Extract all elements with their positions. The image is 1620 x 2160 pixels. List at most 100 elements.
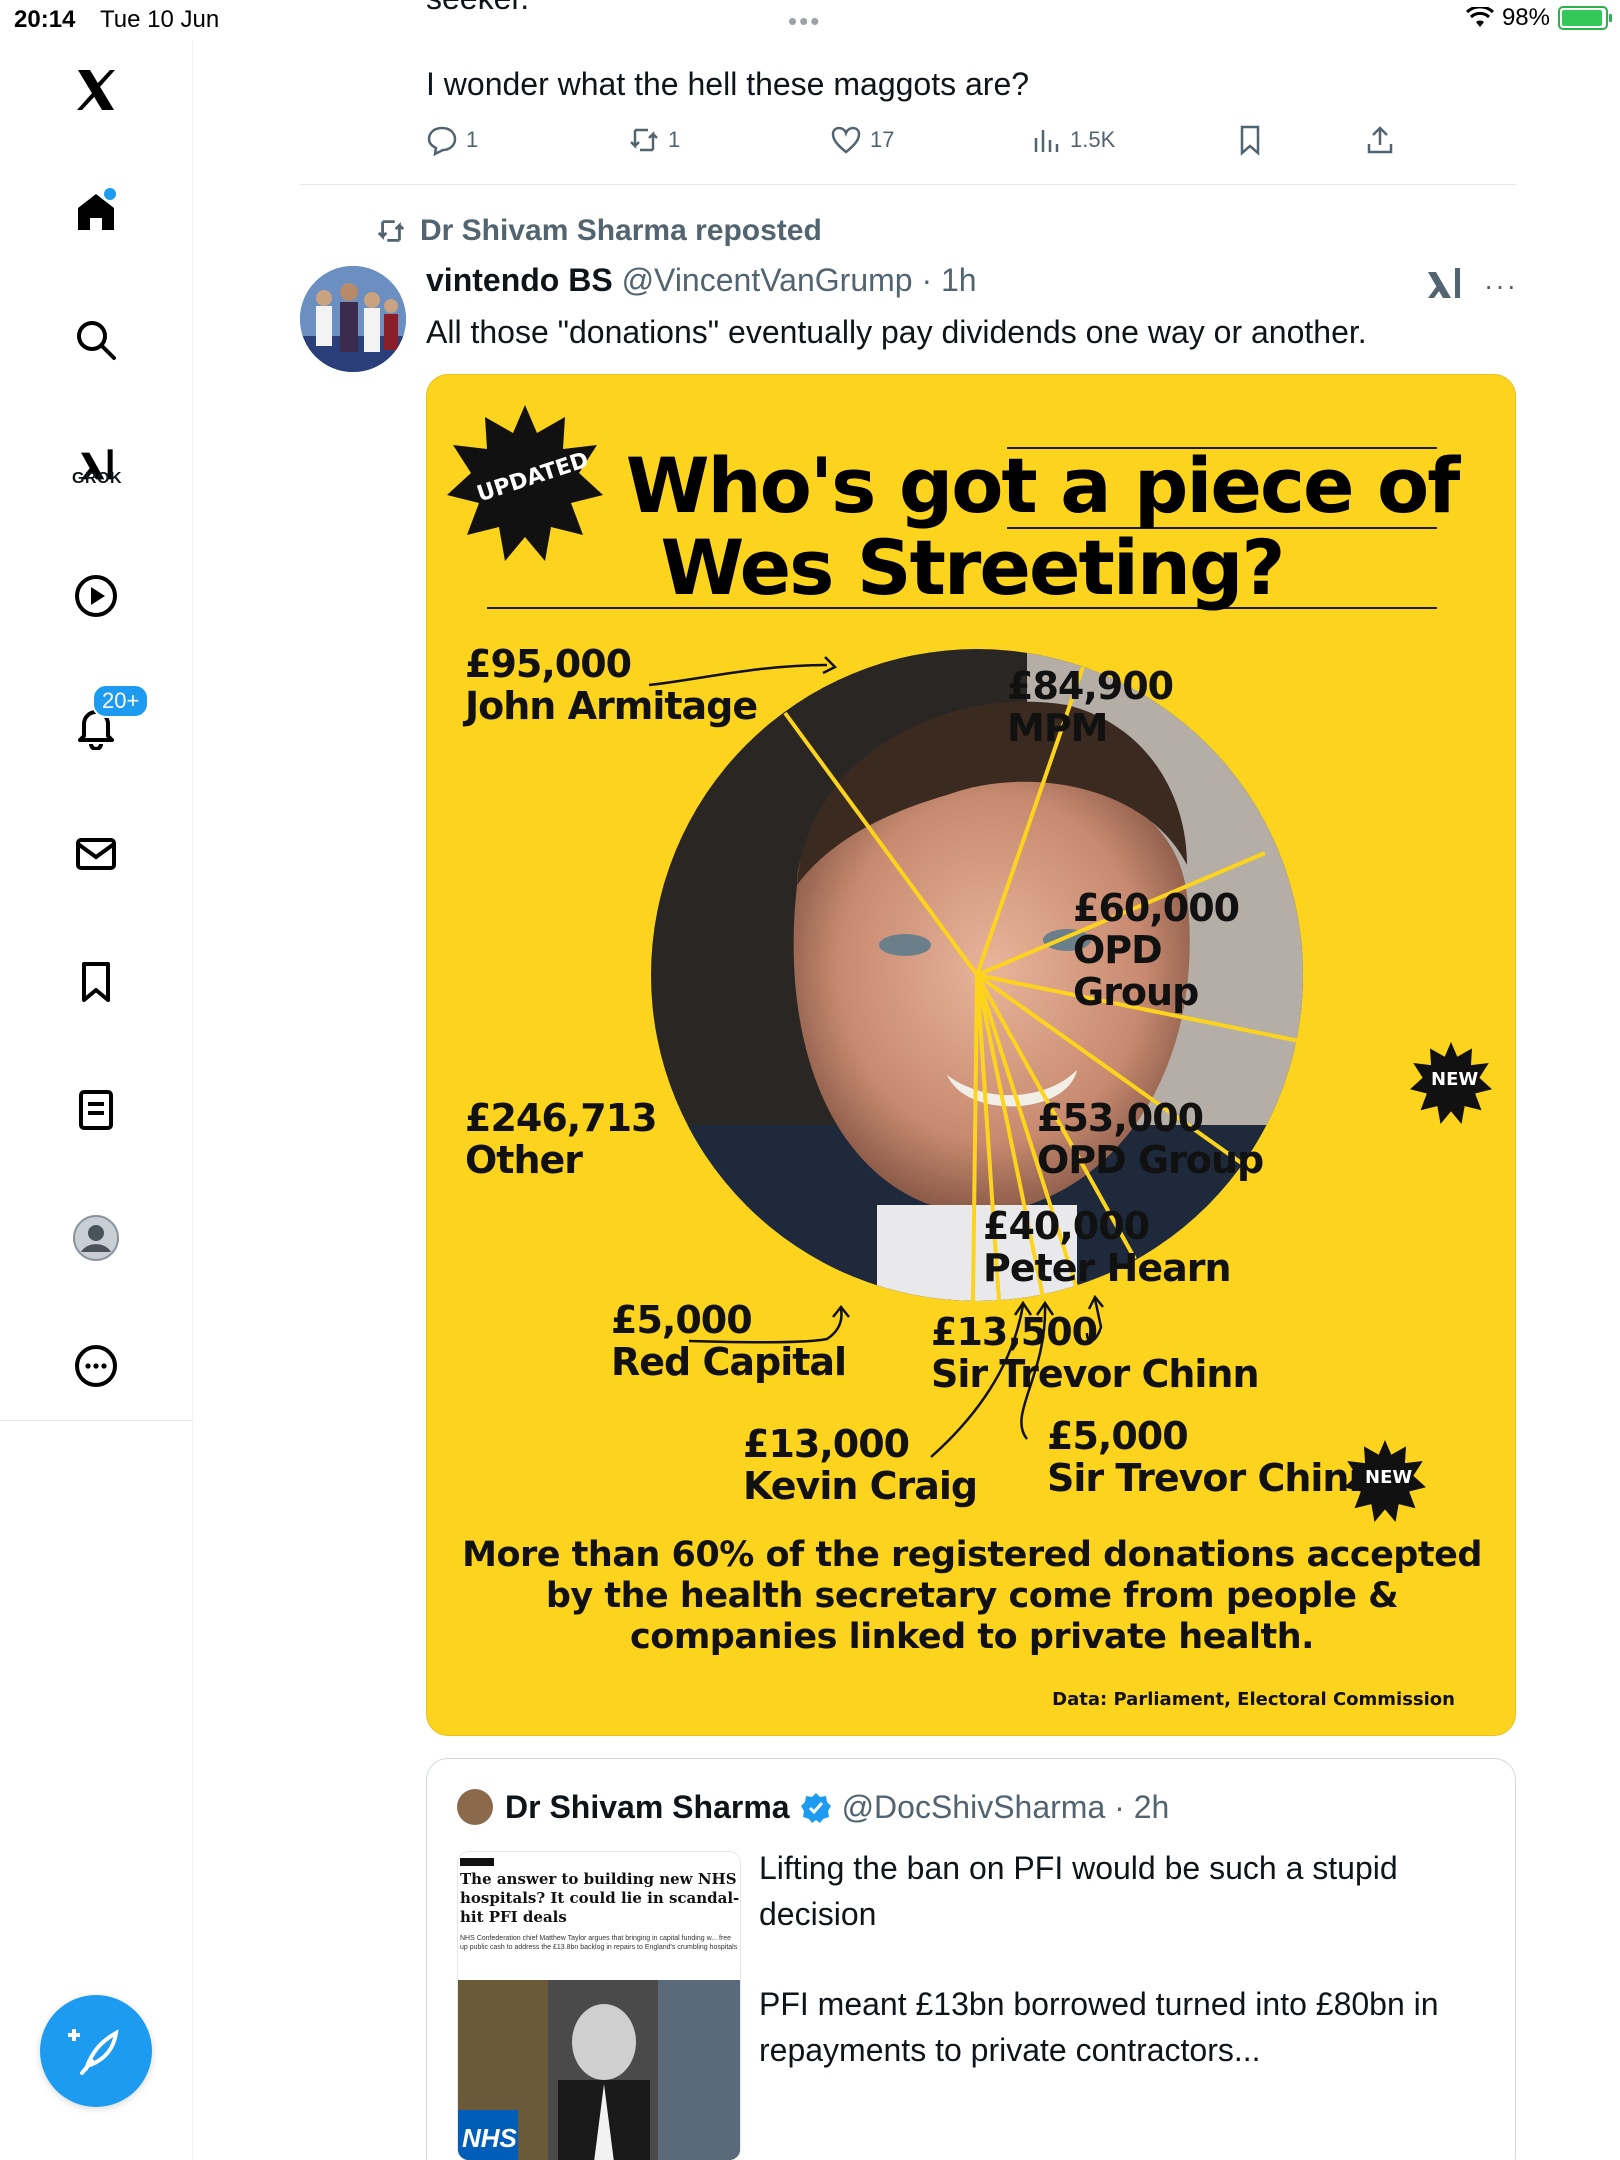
thumb-headline: The answer to building new NHS hospitals…	[460, 1870, 740, 1926]
author-avatar[interactable]	[300, 266, 406, 372]
sidebar-item-home[interactable]	[66, 182, 126, 242]
thumb-photo: NHS	[458, 1980, 740, 2160]
reply-button[interactable]: 1	[426, 124, 478, 156]
label-opd1-name-a: OPD	[1073, 928, 1163, 972]
label-armitage-amount: £95,000	[465, 642, 632, 686]
views-count: 1.5K	[1070, 127, 1116, 152]
share-button[interactable]	[1364, 124, 1396, 156]
label-craig-name: Kevin Craig	[743, 1464, 978, 1508]
prev-tweet-actions: 1 1 17 1.5K	[426, 124, 1406, 164]
prev-tweet-partial: seeker.	[426, 0, 529, 17]
new-badge-text: NEW	[1431, 1069, 1479, 1090]
sidebar-item-search[interactable]	[66, 310, 126, 370]
thumb-subtext: NHS Confederation chief Matthew Taylor a…	[460, 1935, 738, 1951]
bookmark-button[interactable]	[1234, 124, 1266, 156]
repost-button[interactable]: 1	[628, 124, 680, 156]
battery-percent: 98%	[1501, 4, 1550, 31]
repost-icon	[630, 128, 658, 152]
caption-line-1: More than 60% of the registered donation…	[462, 1535, 1482, 1575]
label-armitage-name: John Armitage	[465, 684, 758, 728]
tweet-more-icon[interactable]: ···	[1484, 270, 1518, 302]
battery-icon	[1558, 6, 1612, 30]
sidebar-item-notifications[interactable]: 20+	[66, 684, 150, 756]
home-unread-dot	[104, 188, 116, 200]
label-opd2-amount: £53,000	[1037, 1096, 1204, 1140]
caption-line-2: by the health secretary come from people…	[545, 1576, 1399, 1616]
exclusive-tag	[460, 1858, 494, 1866]
caption-line-3: companies linked to private health.	[630, 1617, 1314, 1657]
multitask-dots-icon[interactable]: •••	[788, 6, 821, 37]
quote-handle-time[interactable]: @DocShivSharma · 2h	[842, 1789, 1170, 1826]
quote-author-name[interactable]: Dr Shivam Sharma	[505, 1789, 790, 1826]
like-button[interactable]: 17	[830, 124, 894, 156]
label-chinn2-amount: £5,000	[1047, 1414, 1189, 1458]
status-date: Tue 10 Jun	[100, 6, 220, 33]
search-icon	[77, 321, 116, 360]
status-bar: 20:14 Tue 10 Jun ••• 98%	[0, 0, 1620, 40]
label-arrows	[648, 656, 1104, 1458]
sidebar-item-more[interactable]	[66, 1336, 126, 1396]
author-handle-time[interactable]: @VincentVanGrump · 1h	[622, 262, 977, 298]
label-mpm-amount: £84,900	[1007, 664, 1174, 708]
wifi-icon	[1465, 7, 1494, 27]
quoted-tweet[interactable]: Dr Shivam Sharma @DocShivSharma · 2h The…	[426, 1758, 1516, 2160]
label-opd2-name: OPD Group	[1037, 1138, 1264, 1182]
repost-indicator[interactable]: Dr Shivam Sharma reposted	[376, 214, 822, 248]
views-icon	[1034, 130, 1059, 152]
sidebar-divider	[0, 1420, 193, 1421]
sidebar-item-profile[interactable]	[66, 1208, 126, 1268]
label-opd1-amount: £60,000	[1073, 886, 1240, 930]
label-chinn1-name: Sir Trevor Chinn	[931, 1352, 1260, 1396]
quote-text: Lifting the ban on PFI would be such a s…	[759, 1845, 1499, 2073]
quote-article-thumbnail[interactable]: The answer to building new NHS hospitals…	[457, 1851, 741, 2160]
sidebar-item-lists[interactable]	[66, 1080, 126, 1140]
compose-icon	[68, 2029, 119, 2075]
quote-text-p2: PFI meant £13bn borrowed turned into £80…	[759, 1986, 1439, 2068]
quote-author-avatar[interactable]	[457, 1789, 493, 1825]
label-craig-amount: £13,000	[743, 1422, 910, 1466]
sidebar-item-messages[interactable]	[66, 824, 126, 884]
compose-button[interactable]	[40, 1995, 152, 2107]
infographic-image[interactable]: UPDATED Who's got a piece of Wes Streeti…	[426, 374, 1516, 1736]
x-logo-icon[interactable]	[66, 60, 126, 120]
like-count: 17	[870, 127, 895, 152]
sidebar-item-bookmarks[interactable]	[66, 952, 126, 1012]
more-icon	[75, 1345, 117, 1387]
status-right: 98%	[1465, 4, 1612, 32]
label-red-amount: £5,000	[611, 1298, 753, 1342]
repost-count: 1	[668, 127, 681, 152]
poster-source: Data: Parliament, Electoral Commission	[1052, 1689, 1455, 1710]
label-hearn-amount: £40,000	[983, 1204, 1150, 1248]
new-badge-text-2: NEW	[1365, 1467, 1413, 1488]
sidebar-item-grok[interactable]: GROK	[66, 426, 126, 506]
bookmark-icon	[1240, 125, 1260, 156]
tweet-separator	[300, 184, 1516, 185]
label-other-name: Other	[465, 1138, 583, 1182]
label-other-amount: £246,713	[465, 1096, 658, 1140]
tweet-header: vintendo BS @VincentVanGrump · 1h	[426, 262, 977, 299]
tweet-text: All those "donations" eventually pay div…	[426, 314, 1367, 350]
verified-badge-icon	[800, 1792, 831, 1823]
nhs-logo: NHS	[462, 2123, 517, 2153]
reply-icon	[427, 126, 457, 156]
play-icon	[75, 575, 117, 617]
prev-tweet-text: I wonder what the hell these maggots are…	[426, 66, 1030, 102]
label-red-name: Red Capital	[611, 1340, 847, 1384]
grok-label: GROK	[72, 470, 122, 487]
label-chinn2-name: Sir Trevor Chinn	[1047, 1456, 1376, 1500]
bookmark-icon	[82, 962, 110, 1002]
share-icon	[1367, 126, 1393, 154]
heart-icon	[831, 126, 861, 154]
status-time: 20:14	[14, 6, 76, 33]
reply-count: 1	[466, 127, 479, 152]
grok-explain-icon[interactable]	[1424, 264, 1464, 304]
sidebar: GROK 20+	[0, 40, 193, 2160]
quote-header: Dr Shivam Sharma @DocShivSharma · 2h	[505, 1789, 1169, 1826]
profile-icon	[73, 1215, 119, 1261]
author-name[interactable]: vintendo BS	[426, 262, 613, 298]
sidebar-item-video[interactable]	[66, 566, 126, 626]
repost-icon	[377, 220, 405, 242]
repost-label: Dr Shivam Sharma reposted	[420, 214, 822, 247]
list-icon	[79, 1090, 113, 1130]
views-button[interactable]: 1.5K	[1030, 124, 1115, 156]
